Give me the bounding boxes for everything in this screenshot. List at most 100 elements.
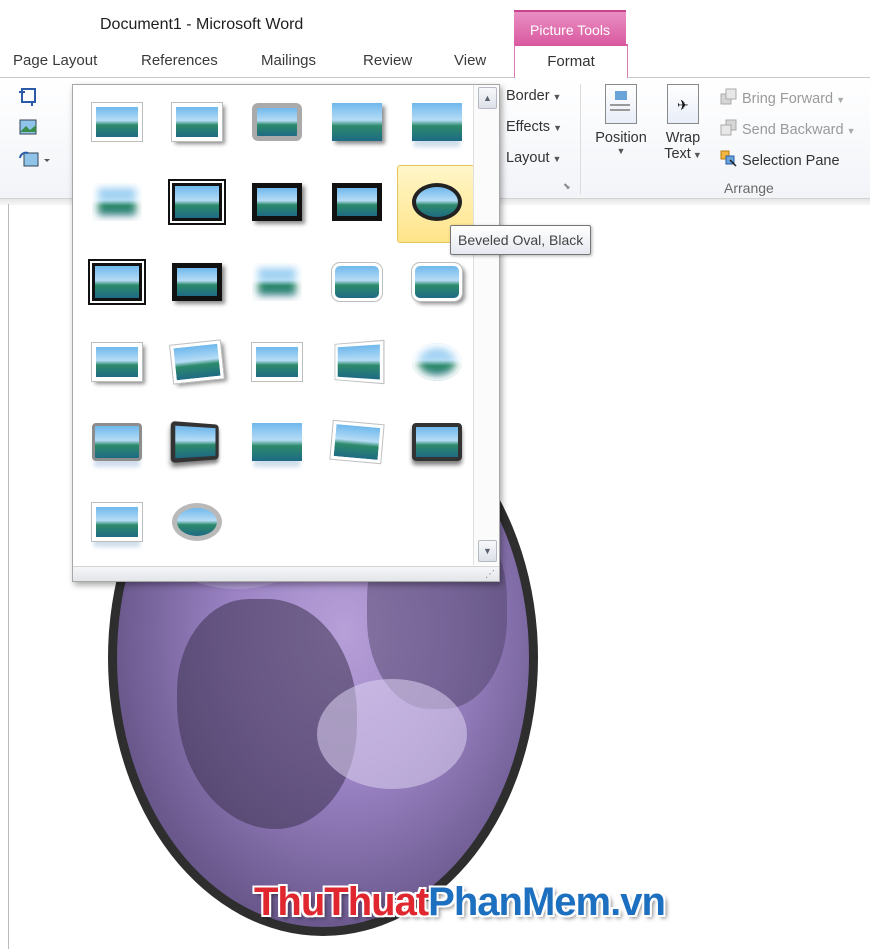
tab-mailings[interactable]: Mailings — [261, 52, 316, 69]
beveled-oval-black-icon — [412, 183, 462, 221]
reset-picture-icon[interactable] — [18, 150, 50, 170]
wrap-text-button[interactable]: ✈ Wrap Text ▼ — [658, 84, 708, 162]
gallery-style-bevel-perspective-left-white[interactable] — [237, 405, 315, 483]
scroll-up-button[interactable]: ▲ — [478, 87, 497, 109]
gallery-style-compound-frame-black[interactable] — [77, 245, 155, 323]
position-icon — [605, 84, 637, 124]
bevel-rectangle-icon — [412, 343, 462, 381]
wrap-text-icon: ✈ — [667, 84, 699, 124]
wrap-text-label-line1: Wrap — [665, 130, 701, 146]
title-bar: Document1 - Microsoft Word — [0, 0, 870, 44]
picture-shading — [317, 679, 467, 789]
compound-frame-black-icon — [88, 259, 146, 305]
rotated-white-icon — [91, 342, 143, 382]
tab-references[interactable]: References — [141, 52, 218, 69]
gallery-style-reflected-bevel-white[interactable] — [397, 405, 475, 483]
picture-styles-gallery: ▲ ▼ ⋰ — [72, 84, 500, 582]
gallery-style-drop-shadow-rectangle[interactable] — [317, 85, 395, 163]
dropdown-arrow-icon: ▼ — [552, 154, 562, 164]
gallery-style-simple-frame-white[interactable] — [77, 85, 155, 163]
tab-review[interactable]: Review — [363, 52, 412, 69]
selection-pane-label: Selection Pane — [742, 153, 840, 169]
drop-shadow-rectangle-icon — [332, 103, 382, 141]
position-button[interactable]: Position ▼ — [590, 84, 652, 156]
arrange-group-label: Arrange — [724, 180, 774, 196]
reflected-bevel-white-icon — [412, 423, 462, 461]
gallery-resize-bar[interactable]: ⋰ — [73, 566, 499, 581]
gallery-style-double-frame-black[interactable] — [157, 165, 235, 243]
window-title: Document1 - Microsoft Word — [100, 16, 304, 33]
tab-format[interactable]: Format — [514, 44, 628, 80]
resize-grip-icon[interactable]: ⋰ — [485, 569, 495, 580]
gallery-style-relaxed-perspective-white[interactable] — [237, 325, 315, 403]
tab-view[interactable]: View — [454, 52, 486, 69]
bevel-perspective-left-white-icon — [252, 423, 302, 461]
selection-pane-icon — [720, 150, 738, 168]
gallery-style-beveled-matte-white[interactable] — [157, 85, 235, 163]
send-backward-icon — [720, 119, 738, 137]
picture-border-button[interactable]: Border ▼ — [506, 88, 561, 104]
group-separator — [580, 84, 581, 194]
beveled-matte-white-icon — [171, 102, 223, 142]
picture-tools-context-header: Picture Tools — [514, 10, 626, 46]
moderate-frame-white-icon — [411, 262, 463, 302]
bevel-perspective-icon — [92, 423, 142, 461]
bring-forward-label: Bring Forward — [742, 91, 834, 107]
change-picture-icon[interactable] — [18, 118, 40, 138]
ribbon-tabs: Page Layout References Mailings Review V… — [0, 44, 870, 78]
gallery-style-reflected-rounded-rectangle[interactable] — [397, 85, 475, 163]
watermark-logo: ThuThuatPhanMem.vn — [254, 880, 666, 925]
perspective-shadow-white-icon — [169, 339, 225, 385]
gallery-style-center-shadow-rectangle[interactable] — [157, 245, 235, 323]
gallery-style-metal-frame[interactable] — [237, 85, 315, 163]
soft-edge-oval-icon — [334, 339, 385, 385]
gallery-style-moderate-frame-white[interactable] — [397, 245, 475, 323]
tab-page-layout[interactable]: Page Layout — [13, 52, 97, 69]
snip-diagonal-corner-white-icon — [331, 262, 383, 302]
gallery-style-perspective-shadow-white[interactable] — [157, 325, 235, 403]
double-frame-black-icon — [168, 179, 226, 225]
picture-effects-button[interactable]: Effects ▼ — [506, 119, 562, 135]
soft-edge-rectangle-icon — [92, 183, 142, 221]
bring-forward-icon — [720, 88, 738, 106]
scroll-down-button[interactable]: ▼ — [478, 540, 497, 562]
gallery-style-metal-oval[interactable] — [157, 485, 235, 563]
gallery-style-snip-diagonal-corner-white[interactable] — [317, 245, 395, 323]
picture-layout-label: Layout — [506, 150, 550, 166]
wrap-text-label-line2: Text — [664, 146, 691, 162]
gallery-style-reflected-bevel-black[interactable] — [317, 405, 395, 483]
picture-layout-button[interactable]: Layout ▼ — [506, 150, 561, 166]
gallery-style-reflected-perspective-right[interactable] — [157, 405, 235, 483]
gallery-style-soft-edge-rectangle[interactable] — [77, 165, 155, 243]
gallery-style-bevel-perspective[interactable] — [77, 405, 155, 483]
dialog-launcher-icon[interactable]: ⬊ — [563, 181, 571, 192]
simple-frame-black-icon — [332, 183, 382, 221]
dropdown-arrow-icon: ▼ — [836, 95, 845, 105]
gallery-style-metal-rounded-rectangle[interactable] — [77, 485, 155, 563]
gallery-style-simple-frame-black[interactable] — [317, 165, 395, 243]
gallery-style-soft-edge-oval[interactable] — [317, 325, 395, 403]
crop-icon[interactable] — [18, 86, 40, 106]
metal-oval-icon — [172, 503, 222, 541]
picture-border-label: Border — [506, 88, 550, 104]
dropdown-arrow-icon: ▼ — [846, 126, 856, 136]
gallery-style-rotated-white[interactable] — [77, 325, 155, 403]
metal-rounded-rectangle-icon — [91, 502, 143, 542]
gallery-style-bevel-rectangle[interactable] — [397, 325, 475, 403]
send-backward-button[interactable]: Send Backward ▼ — [720, 119, 855, 138]
relaxed-perspective-white-icon — [251, 342, 303, 382]
gallery-style-rounded-diagonal-corner-white[interactable] — [237, 245, 315, 323]
send-backward-label: Send Backward — [742, 122, 844, 138]
style-tooltip: Beveled Oval, Black — [450, 225, 592, 255]
watermark-part1: ThuThuat — [254, 880, 429, 924]
dropdown-arrow-icon: ▼ — [553, 123, 562, 133]
reflected-perspective-right-icon — [170, 420, 219, 464]
selection-pane-button[interactable]: Selection Pane — [720, 150, 840, 169]
page-edge — [8, 204, 9, 949]
center-shadow-rectangle-icon — [172, 263, 222, 301]
gallery-scrollbar[interactable]: ▲ ▼ — [473, 85, 499, 565]
gallery-style-thick-matte-black[interactable] — [237, 165, 315, 243]
bring-forward-button[interactable]: Bring Forward ▼ — [720, 88, 845, 107]
watermark-part2: PhanMem.vn — [428, 880, 666, 924]
reflected-bevel-black-icon — [329, 419, 385, 465]
